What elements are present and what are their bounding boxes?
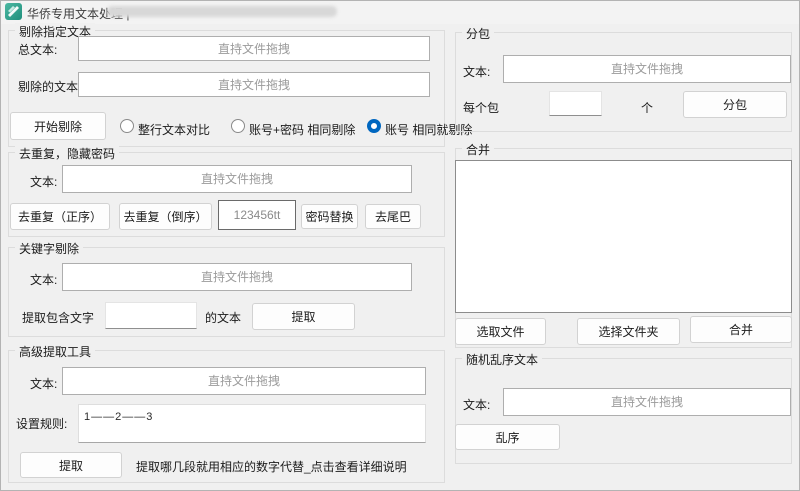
advanced-extract-button[interactable]: 提取 (20, 452, 122, 478)
split-text-input[interactable] (503, 55, 791, 83)
extract-suffix-label: 的文本 (205, 309, 241, 326)
shuffle-text-label: 文本: (463, 396, 490, 413)
per-pack-count-input[interactable] (549, 91, 602, 116)
shuffle-button[interactable]: 乱序 (455, 424, 560, 450)
radio-whole-line-compare-label[interactable]: 整行文本对比 (138, 121, 210, 138)
removed-text-input[interactable] (78, 72, 430, 97)
keyword-extract-button[interactable]: 提取 (252, 303, 355, 330)
shuffle-text-input[interactable] (503, 388, 791, 416)
group-advanced-extract-title: 高级提取工具 (15, 343, 95, 360)
radio-whole-line-compare[interactable] (120, 119, 134, 133)
app-icon (5, 3, 22, 20)
group-merge-title: 合并 (462, 141, 494, 158)
extract-contains-label: 提取包含文字 (22, 309, 94, 326)
per-pack-unit-label: 个 (641, 99, 653, 116)
title-redacted-blur (107, 6, 337, 17)
dedupe-text-label: 文本: (30, 173, 57, 190)
group-shuffle-title: 随机乱序文本 (462, 351, 542, 368)
rule-input[interactable] (78, 404, 426, 443)
keyword-text-label: 文本: (30, 271, 57, 288)
merge-button[interactable]: 合并 (690, 316, 792, 343)
rule-label: 设置规则: (16, 415, 67, 432)
start-remove-button[interactable]: 开始剔除 (10, 112, 106, 140)
remove-tail-button[interactable]: 去尾巴 (365, 204, 421, 229)
extract-keyword-input[interactable] (105, 302, 197, 329)
dedupe-text-input[interactable] (62, 165, 412, 193)
per-pack-label: 每个包 (463, 99, 499, 116)
advanced-text-label: 文本: (30, 375, 57, 392)
keyword-text-input[interactable] (62, 263, 412, 291)
total-text-label: 总文本: (18, 41, 57, 58)
group-split-pack-title: 分包 (462, 25, 494, 42)
password-replace-button[interactable]: 密码替换 (301, 204, 358, 229)
total-text-input[interactable] (78, 36, 430, 61)
radio-account-same[interactable] (367, 119, 381, 133)
split-text-label: 文本: (463, 63, 490, 80)
group-dedupe-title: 去重复，隐藏密码 (15, 145, 119, 162)
radio-account-password-same-label[interactable]: 账号+密码 相同剔除 (249, 121, 355, 138)
pick-files-button[interactable]: 选取文件 (455, 318, 546, 345)
removed-text-label: 剔除的文本: (18, 78, 81, 95)
title-bar: 华侨专用文本处理 | (0, 0, 800, 24)
dedupe-asc-button[interactable]: 去重复（正序） (10, 203, 110, 230)
split-pack-button[interactable]: 分包 (683, 91, 787, 118)
dedupe-desc-button[interactable]: 去重复（倒序） (119, 203, 212, 230)
merge-file-list[interactable] (455, 160, 792, 313)
password-pattern-input[interactable] (218, 200, 296, 230)
advanced-text-input[interactable] (62, 367, 426, 395)
group-keyword-remove-title: 关键字剔除 (15, 240, 83, 257)
radio-account-password-same[interactable] (231, 119, 245, 133)
pick-folder-button[interactable]: 选择文件夹 (577, 318, 680, 345)
rule-hint-link[interactable]: 提取哪几段就用相应的数字代替_点击查看详细说明 (136, 458, 407, 475)
